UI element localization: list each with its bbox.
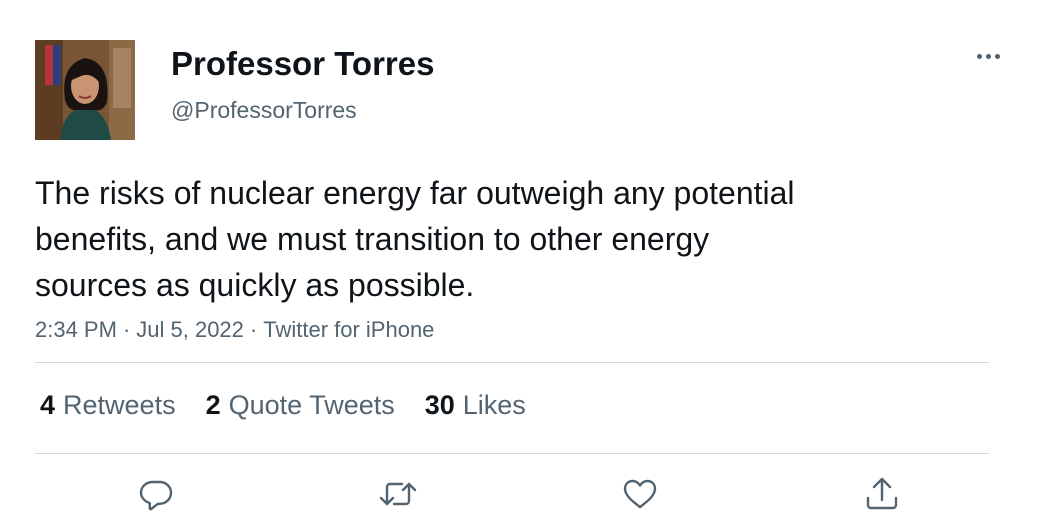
share-icon xyxy=(866,477,898,510)
more-options-button[interactable] xyxy=(970,44,1006,68)
more-horizontal-icon xyxy=(976,53,982,59)
reply-button[interactable] xyxy=(134,474,178,514)
tweet-text-line: benefits, and we must transition to othe… xyxy=(35,221,710,257)
quote-tweets-label: Quote Tweets xyxy=(228,390,395,420)
like-button[interactable] xyxy=(618,474,662,514)
tweet-source[interactable]: Twitter for iPhone xyxy=(263,317,434,342)
quote-tweets-count: 2 xyxy=(205,390,221,420)
meta-separator: · xyxy=(249,317,258,342)
retweets-count: 4 xyxy=(40,390,56,420)
meta-separator: · xyxy=(122,317,131,342)
avatar[interactable] xyxy=(35,40,135,140)
likes-label: Likes xyxy=(462,390,526,420)
divider xyxy=(35,362,989,363)
action-bar xyxy=(0,474,1050,514)
likes-count: 30 xyxy=(424,390,455,420)
avatar-photo xyxy=(35,40,135,140)
author-handle[interactable]: @ProfessorTorres xyxy=(171,96,357,124)
tweet-text-line: sources as quickly as possible. xyxy=(35,267,475,303)
retweets-label: Retweets xyxy=(63,390,176,420)
tweet-metadata: 2:34 PM · Jul 5, 2022 · Twitter for iPhone xyxy=(35,316,434,344)
likes-stat[interactable]: 30 Likes xyxy=(425,388,526,422)
engagement-stats: 4 Retweets 2 Quote Tweets 30 Likes xyxy=(40,388,556,422)
author-display-name[interactable]: Professor Torres xyxy=(171,44,434,84)
retweet-button[interactable] xyxy=(376,474,420,514)
tweet-text-line: The risks of nuclear energy far outweigh… xyxy=(35,175,795,211)
tweet-text: The risks of nuclear energy far outweigh… xyxy=(35,170,935,308)
heart-icon xyxy=(623,479,657,509)
reply-icon xyxy=(139,480,173,511)
tweet-time[interactable]: 2:34 PM xyxy=(35,317,117,342)
quote-tweets-stat[interactable]: 2 Quote Tweets xyxy=(206,388,395,422)
tweet-date[interactable]: Jul 5, 2022 xyxy=(136,317,244,342)
more-horizontal-icon-dot xyxy=(994,53,1000,59)
more-horizontal-icon-dot xyxy=(985,53,991,59)
share-button[interactable] xyxy=(860,474,904,514)
retweets-stat[interactable]: 4 Retweets xyxy=(40,388,176,422)
divider xyxy=(35,453,989,454)
retweet-icon xyxy=(379,482,417,506)
